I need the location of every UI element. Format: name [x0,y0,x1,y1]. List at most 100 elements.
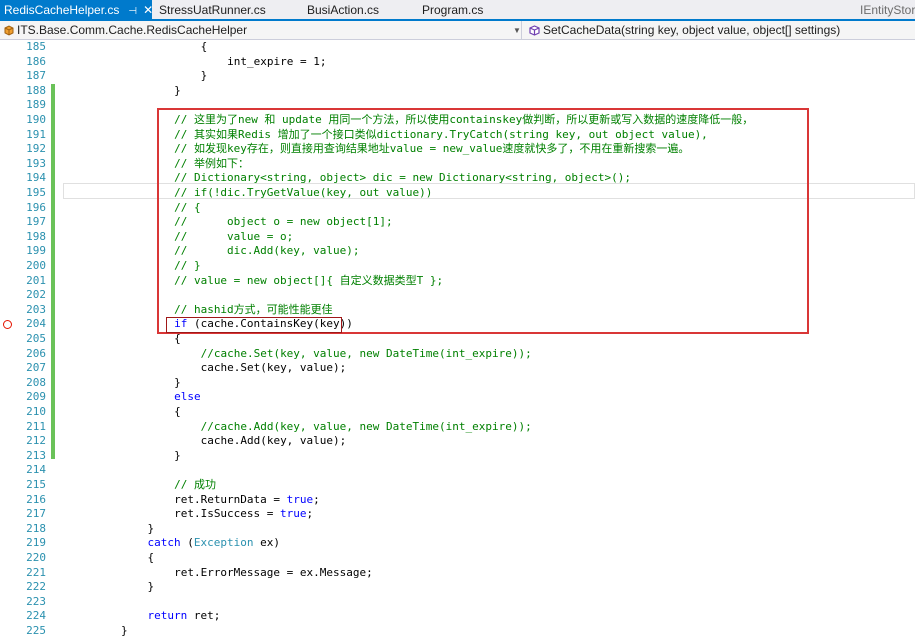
code-token: ; [306,507,314,521]
code-token-keyword: true [280,507,307,521]
code-line[interactable]: // 成功 [174,478,216,493]
line-number: 203 [26,302,46,316]
code-line[interactable]: { [148,551,155,566]
tab-program[interactable]: Program.cs [422,0,483,21]
line-number: 224 [26,609,46,623]
tab-busiaction[interactable]: BusiAction.cs [307,0,379,21]
if-statement-highlight [166,317,342,333]
code-token: ; [313,492,320,506]
code-line[interactable]: else [174,390,201,405]
chevron-down-icon[interactable]: ▼ [513,21,521,40]
tab-stressuatrunner[interactable]: StressUatRunner.cs [159,0,266,21]
code-token-comment: //cache.Add(key, value, new DateTime(int… [200,419,532,433]
code-token: } [174,83,181,97]
code-token: int_expire = 1; [227,54,327,68]
line-number: 221 [26,565,46,579]
code-line[interactable]: catch (Exception ex) [148,536,280,551]
line-number: 188 [26,83,46,97]
line-number: 200 [26,259,46,272]
line-number: 205 [26,332,46,345]
code-line[interactable]: } [174,84,181,99]
line-number: 218 [26,521,46,535]
tab-rediscachehelper[interactable]: RedisCacheHelper.cs ⊣ ✕ [0,0,153,22]
code-token-type: Exception [193,536,254,550]
code-line[interactable]: return ret; [148,609,221,624]
line-number: 185 [26,40,46,53]
code-line[interactable]: } [121,624,128,639]
code-line[interactable]: } [174,376,181,391]
tab-ientitystor[interactable]: IEntityStor [860,0,915,21]
tab-label: RedisCacheHelper.cs [4,3,120,17]
code-line[interactable]: { [201,40,208,55]
code-line[interactable]: //cache.Add(key, value, new DateTime(int… [201,420,532,435]
line-number: 199 [26,244,46,258]
code-token: } [174,375,181,389]
line-number-gutter: 185 186 187 188 189 190 191 192 193 194 195 196 197 1… [0,40,50,640]
tab-label: BusiAction.cs [307,3,380,17]
code-token: } [174,448,181,462]
class-dropdown[interactable]: ITS.Base.Comm.Cache.RedisCacheHelper ▼ [0,21,522,40]
code-token: } [147,521,155,535]
code-token: } [121,624,128,637]
tab-label: IEntityStor [860,3,915,17]
line-number: 206 [26,346,46,360]
code-line[interactable]: } [201,69,208,84]
code-token: ret.IsSuccess = [174,507,281,521]
code-line[interactable]: { [174,405,181,420]
navigation-bar: ITS.Base.Comm.Cache.RedisCacheHelper ▼ S… [0,21,915,40]
code-token: { [200,40,208,53]
code-token: } [200,69,208,83]
line-number: 223 [26,594,46,608]
line-number: 187 [26,69,46,83]
code-line[interactable]: cache.Add(key, value); [201,434,347,449]
code-line[interactable]: } [174,449,181,464]
line-number: 197 [26,215,46,229]
code-line[interactable]: ret.ErrorMessage = ex.Message; [174,566,373,581]
line-number: 222 [26,580,46,594]
code-token: ret; [187,609,221,623]
code-line[interactable]: cache.Set(key, value); [201,361,347,376]
line-number: 186 [26,54,46,68]
code-line[interactable]: ret.IsSuccess = true; [174,507,313,522]
line-number: 212 [26,434,46,448]
class-icon [4,25,14,36]
pin-icon[interactable]: ⊣ [128,1,137,22]
code-token-keyword: return [147,609,188,623]
line-number: 190 [26,113,46,126]
code-token-keyword: true [286,492,314,506]
code-line[interactable]: //cache.Set(key, value, new DateTime(int… [201,347,532,362]
code-line[interactable]: int_expire = 1; [227,55,326,70]
line-number: 220 [26,551,46,564]
line-number: 210 [26,405,46,418]
tab-label: StressUatRunner.cs [159,3,266,17]
code-line[interactable]: } [148,580,155,595]
breakpoint-icon[interactable] [3,319,12,329]
code-editor[interactable]: 185 186 187 188 189 190 191 192 193 194 195 196 197 1… [0,40,915,640]
class-path: ITS.Base.Comm.Cache.RedisCacheHelper [17,23,248,37]
line-number: 194 [26,171,46,185]
code-line[interactable]: ret.ReturnData = true; [174,493,320,508]
code-line[interactable]: } [148,522,155,537]
code-token: { [147,551,155,564]
code-token: { [174,405,181,418]
line-number: 214 [26,463,46,477]
line-number: 225 [26,624,46,637]
method-icon [529,25,540,36]
code-token: cache.Add(key, value); [200,434,347,448]
code-token-keyword: else [174,390,201,404]
line-number: 209 [26,390,46,404]
code-token-comment: // 成功 [174,478,216,491]
code-token: ( [180,536,194,550]
code-token: } [147,580,155,594]
line-number: 211 [26,419,46,433]
member-signature: SetCacheData(string key, object value, o… [543,23,841,37]
annotation-highlight-box [157,108,809,334]
close-icon[interactable]: ✕ [143,0,153,21]
code-token: cache.Set(key, value); [200,361,347,375]
line-number: 193 [26,156,46,170]
code-token: ret.ReturnData = [174,492,287,506]
code-line[interactable]: { [174,332,181,347]
member-dropdown[interactable]: SetCacheData(string key, object value, o… [524,21,915,40]
line-number: 192 [26,142,46,156]
line-number: 213 [26,448,46,462]
